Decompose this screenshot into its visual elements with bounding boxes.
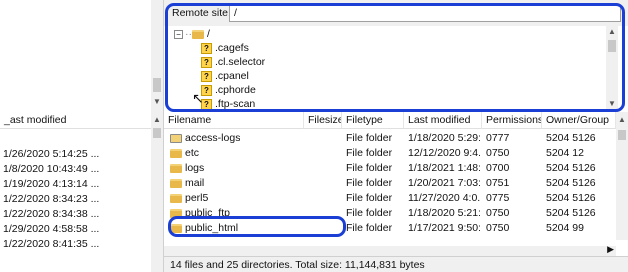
file-type: File folder (346, 222, 393, 234)
file-owner: 5204 5126 (546, 207, 596, 219)
local-tree-pane[interactable]: ▼ (0, 0, 164, 112)
table-row[interactable]: access-logs File folder 1/18/2020 5:29:...… (164, 131, 616, 146)
file-permissions: 0700 (486, 162, 510, 174)
file-type: File folder (346, 207, 393, 219)
file-owner: 5204 5126 (546, 177, 596, 189)
scroll-thumb[interactable] (153, 78, 161, 92)
file-modified: 1/20/2021 7:03:... (408, 177, 480, 189)
column-permissions[interactable]: Permissions (482, 112, 542, 129)
file-modified: 1/18/2020 5:29:... (408, 132, 480, 144)
column-filesize[interactable]: Filesize (304, 112, 342, 129)
file-owner: 5204 5126 (546, 132, 596, 144)
local-tree-scrollbar[interactable]: ▼ (151, 0, 163, 112)
file-permissions: 0751 (486, 177, 510, 189)
table-row[interactable]: perl5 File folder 11/27/2020 4:0... 0775 520… (164, 191, 616, 206)
list-item[interactable]: 1/22/2020 8:34:23 ... (0, 192, 99, 207)
file-name: access-logs (185, 132, 241, 144)
folder-icon (170, 193, 182, 203)
table-row[interactable]: mail File folder 1/20/2021 7:03:... 0751 520… (164, 176, 616, 191)
column-last-modified[interactable]: _ast modified (0, 112, 152, 129)
column-filetype[interactable]: Filetype (342, 112, 404, 129)
folder-icon (170, 148, 182, 158)
remote-list-hscrollbar[interactable]: ▶ (164, 244, 616, 256)
file-modified: 1/17/2021 9:50:... (408, 222, 480, 234)
public-html-highlight (168, 216, 346, 237)
remote-tree-highlight (165, 3, 625, 112)
file-modified: 12/12/2020 9:4... (408, 147, 480, 159)
column-last-modified[interactable]: Last modified (404, 112, 482, 129)
file-permissions: 0750 (486, 207, 510, 219)
file-modified: 1/18/2020 5:21:... (408, 207, 480, 219)
file-name: etc (185, 147, 200, 159)
file-owner: 5204 99 (546, 222, 584, 234)
table-row[interactable]: etc File folder 12/12/2020 9:4... 0750 5204 … (164, 146, 616, 161)
file-owner: 5204 5126 (546, 192, 596, 204)
remote-list-scrollbar[interactable]: ▲ (616, 112, 628, 240)
scroll-thumb[interactable] (618, 130, 626, 140)
list-item[interactable]: 1/19/2020 4:13:14 ... (0, 177, 99, 192)
scroll-up-arrow-icon[interactable]: ▲ (616, 114, 628, 126)
scroll-down-arrow-icon[interactable]: ▼ (151, 96, 163, 108)
list-item[interactable]: 1/29/2020 4:58:58 ... (0, 222, 99, 237)
list-item[interactable]: 1/26/2020 5:14:25 ... (0, 147, 99, 162)
file-name: mail (185, 177, 205, 189)
scroll-up-arrow-icon[interactable]: ▲ (151, 114, 163, 126)
file-modified: 11/27/2020 4:0... (408, 192, 480, 204)
file-name: perl5 (185, 192, 209, 204)
file-type: File folder (346, 162, 393, 174)
scroll-right-arrow-icon[interactable]: ▶ (607, 244, 614, 255)
remote-file-list[interactable]: Filename Filesize Filetype Last modified… (164, 112, 628, 272)
column-owner-group[interactable]: Owner/Group (542, 112, 616, 129)
folder-icon (170, 178, 182, 188)
file-name: logs (185, 162, 205, 174)
column-filename[interactable]: Filename (164, 112, 304, 129)
file-owner: 5204 12 (546, 147, 584, 159)
file-permissions: 0777 (486, 132, 510, 144)
file-modified: 1/18/2021 1:48:... (408, 162, 480, 174)
file-permissions: 0775 (486, 192, 510, 204)
list-item[interactable]: 1/8/2020 10:43:49 ... (0, 162, 99, 177)
folder-icon (170, 163, 182, 173)
local-file-list[interactable]: _ast modified 1/26/2020 5:14:25 ... 1/8/… (0, 112, 164, 272)
list-item[interactable]: 1/22/2020 8:41:35 ... (0, 237, 99, 252)
shortcut-folder-icon (170, 133, 182, 143)
list-item[interactable]: 1/22/2020 8:34:38 ... (0, 207, 99, 222)
file-type: File folder (346, 192, 393, 204)
file-type: File folder (346, 147, 393, 159)
file-permissions: 0750 (486, 147, 510, 159)
table-row[interactable]: logs File folder 1/18/2021 1:48:... 0700 520… (164, 161, 616, 176)
status-bar: 14 files and 25 directories. Total size:… (164, 256, 628, 272)
file-permissions: 0750 (486, 222, 510, 234)
file-owner: 5204 5126 (546, 162, 596, 174)
file-type: File folder (346, 177, 393, 189)
local-list-scrollbar[interactable]: ▲ (151, 112, 163, 272)
scroll-thumb[interactable] (153, 128, 161, 138)
file-type: File folder (346, 132, 393, 144)
